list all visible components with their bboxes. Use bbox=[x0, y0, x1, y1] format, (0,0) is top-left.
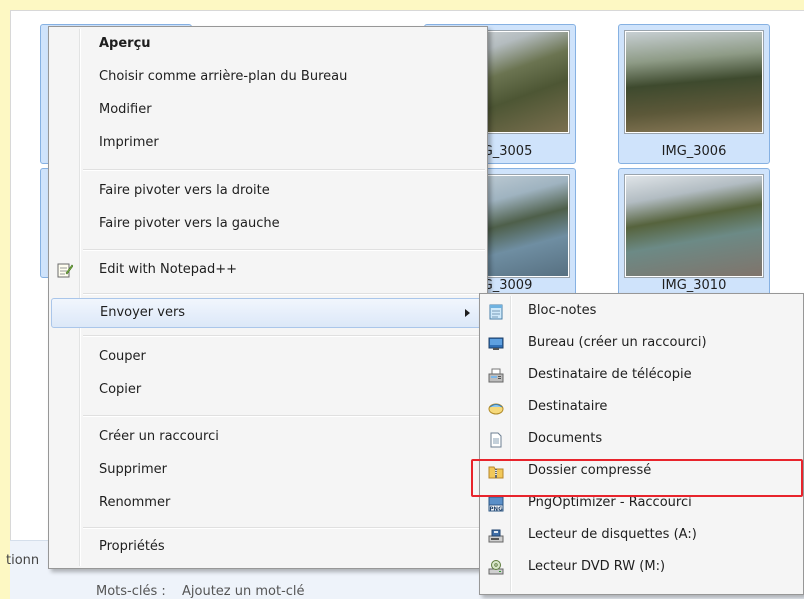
send-to-notepad[interactable]: Bloc-notes bbox=[482, 296, 801, 328]
submenu-arrow-icon bbox=[465, 309, 470, 317]
menu-item-copy[interactable]: Copier bbox=[51, 377, 485, 405]
pngoptimizer-icon: PNG bbox=[488, 496, 504, 512]
send-to-label: Bureau (créer un raccourci) bbox=[528, 335, 707, 350]
menu-separator bbox=[83, 169, 485, 171]
menu-item-label: Aperçu bbox=[99, 36, 151, 51]
menu-item-label: Couper bbox=[99, 349, 146, 364]
photo-img-3010 bbox=[625, 175, 763, 277]
selection-status: tionn bbox=[6, 553, 40, 568]
menu-item-edit[interactable]: Modifier bbox=[51, 97, 485, 125]
send-to-label: Lecteur de disquettes (A:) bbox=[528, 527, 697, 542]
send-to-label: Documents bbox=[528, 431, 603, 446]
send-to-documents[interactable]: Documents bbox=[482, 424, 801, 456]
keywords-label: Mots-clés : bbox=[96, 584, 166, 599]
menu-item-label: Modifier bbox=[99, 102, 152, 117]
menu-item-label: Choisir comme arrière-plan du Bureau bbox=[99, 69, 348, 84]
send-to-dvd[interactable]: Lecteur DVD RW (M:) bbox=[482, 552, 801, 584]
menu-item-rotate-left[interactable]: Faire pivoter vers la gauche bbox=[51, 211, 485, 239]
send-to-label: Bloc-notes bbox=[528, 303, 597, 318]
mail-recipient-icon bbox=[488, 403, 504, 415]
menu-item-label: Copier bbox=[99, 382, 142, 397]
menu-item-send-to[interactable]: Envoyer vers bbox=[51, 298, 485, 328]
menu-separator bbox=[83, 293, 485, 295]
send-to-fax[interactable]: Destinataire de télécopie bbox=[482, 360, 801, 392]
desktop-icon bbox=[488, 337, 504, 350]
send-to-desktop[interactable]: Bureau (créer un raccourci) bbox=[482, 328, 801, 360]
fax-icon bbox=[488, 368, 504, 383]
menu-item-label: Renommer bbox=[99, 495, 171, 510]
send-to-label: Destinataire de télécopie bbox=[528, 367, 692, 382]
menu-item-set-wallpaper[interactable]: Choisir comme arrière-plan du Bureau bbox=[51, 64, 485, 92]
menu-item-label: Faire pivoter vers la droite bbox=[99, 183, 270, 198]
menu-item-label: Faire pivoter vers la gauche bbox=[99, 216, 280, 231]
send-to-floppy[interactable]: Lecteur de disquettes (A:) bbox=[482, 520, 801, 552]
send-to-label: Lecteur DVD RW (M:) bbox=[528, 559, 666, 574]
menu-item-label: Supprimer bbox=[99, 462, 167, 477]
menu-item-label: Imprimer bbox=[99, 135, 159, 150]
menu-item-delete[interactable]: Supprimer bbox=[51, 457, 485, 485]
menu-item-properties[interactable]: Propriétés bbox=[51, 534, 485, 562]
menu-item-label: Propriétés bbox=[99, 539, 165, 554]
menu-item-rename[interactable]: Renommer bbox=[51, 490, 485, 518]
dvd-drive-icon bbox=[488, 560, 504, 575]
send-to-label: PngOptimizer - Raccourci bbox=[528, 495, 692, 510]
photo-img-3006 bbox=[625, 31, 763, 133]
svg-text:PNG: PNG bbox=[489, 506, 503, 512]
menu-item-edit-notepadpp[interactable]: Edit with Notepad++ bbox=[51, 257, 485, 285]
thumbnail-caption: IMG_3006 bbox=[661, 144, 727, 159]
floppy-drive-icon bbox=[488, 529, 504, 543]
menu-separator bbox=[83, 335, 485, 337]
menu-item-label: Envoyer vers bbox=[100, 305, 186, 320]
menu-separator bbox=[83, 527, 485, 529]
highlight-frame bbox=[471, 459, 803, 497]
menu-separator bbox=[83, 249, 485, 251]
menu-item-print[interactable]: Imprimer bbox=[51, 130, 485, 158]
send-to-submenu: Bloc-notes Bureau (créer un raccourci) D… bbox=[479, 293, 804, 595]
menu-separator bbox=[83, 415, 485, 417]
menu-item-preview[interactable]: Aperçu bbox=[51, 31, 485, 59]
thumbnail-caption: IMG_3010 bbox=[661, 278, 727, 293]
menu-item-create-shortcut[interactable]: Créer un raccourci bbox=[51, 424, 485, 452]
send-to-mail[interactable]: Destinataire bbox=[482, 392, 801, 424]
context-menu: Aperçu Choisir comme arrière-plan du Bur… bbox=[48, 26, 488, 569]
thumbnail-img-3010[interactable]: IMG_3010 bbox=[618, 168, 770, 298]
menu-item-label: Créer un raccourci bbox=[99, 429, 219, 444]
menu-item-rotate-right[interactable]: Faire pivoter vers la droite bbox=[51, 178, 485, 206]
notepad-icon bbox=[489, 304, 503, 320]
notepadpp-icon bbox=[57, 263, 73, 278]
menu-item-label: Edit with Notepad++ bbox=[99, 262, 238, 277]
keywords-value[interactable]: Ajoutez un mot-clé bbox=[182, 584, 305, 599]
documents-icon bbox=[490, 432, 502, 448]
menu-item-cut[interactable]: Couper bbox=[51, 344, 485, 372]
send-to-label: Destinataire bbox=[528, 399, 608, 414]
thumbnail-img-3006[interactable]: IMG_3006 bbox=[618, 24, 770, 164]
